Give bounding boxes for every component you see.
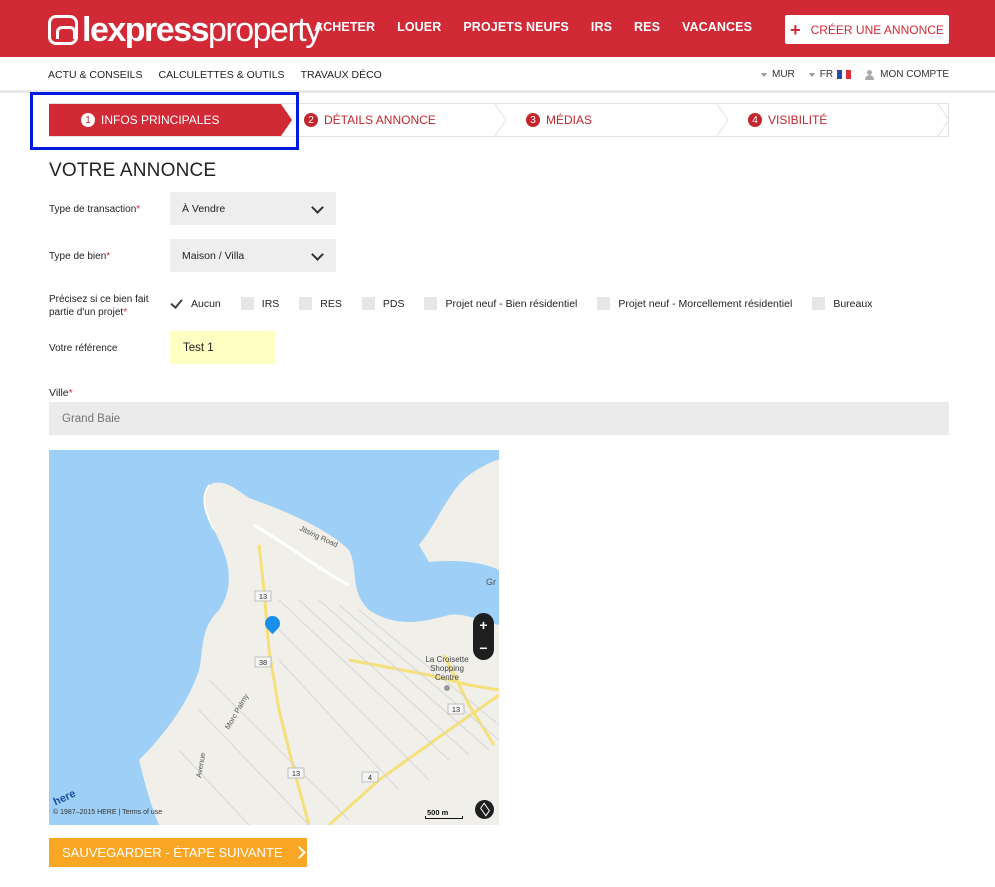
subnav-actu[interactable]: ACTU & CONSEILS [48,69,143,81]
checkbox-square [240,297,254,310]
poi-label: Centre [435,673,460,682]
reference-input[interactable] [170,331,275,364]
step-number: 2 [304,113,318,127]
checkbox-square [299,297,313,310]
poi-label: Shopping [430,664,464,673]
ville-label: Ville* [49,387,73,399]
checkbox-pds[interactable]: PDS [361,297,404,310]
checkbox-res[interactable]: RES [299,297,342,310]
chevron-down-icon [311,201,324,214]
account-link[interactable]: MON COMPTE [865,69,949,80]
french-flag-icon [837,70,852,79]
checkbox-square [812,297,826,310]
logo-text-light: property [208,10,322,49]
route-label: 13 [259,592,267,601]
subnav-calculettes[interactable]: CALCULETTES & OUTILS [159,69,285,81]
site-logo[interactable]: lexpressproperty [48,10,322,50]
save-next-step-button[interactable]: SAUVEGARDER - ÉTAPE SUIVANTE [49,838,307,867]
checkmark-icon [170,297,183,310]
step-medias[interactable]: 3 MÉDIAS [526,104,592,136]
account-label: MON COMPTE [880,69,949,80]
step-label: MÉDIAS [546,113,593,127]
secondary-nav: ACTU & CONSEILS CALCULETTES & OUTILS TRA… [0,57,995,93]
step-highlight-box [30,92,299,150]
ville-input[interactable] [49,402,949,435]
checkbox-square [424,297,438,310]
language-label: FR [819,69,834,80]
nav-louer[interactable]: LOUER [397,20,441,34]
required-mark: * [68,387,73,399]
language-dropdown[interactable]: FR [808,69,852,80]
step-visibilite[interactable]: 4 VISIBILITÉ [748,104,827,136]
checkbox-bureaux[interactable]: Bureaux [812,297,872,310]
bien-select[interactable]: Maison / Villa [170,239,336,272]
location-map[interactable]: 13 38 13 4 13 Jitsing Road Morc Palmy Av… [49,450,499,825]
nav-irs[interactable]: IRS [591,20,612,34]
required-mark: * [136,204,141,215]
nav-acheter[interactable]: ACHETER [314,20,375,34]
map-copyright[interactable]: © 1987–2015 HERE | Terms of use [53,809,162,816]
page-title: VOTRE ANNONCE [49,160,217,181]
user-icon [865,69,875,80]
save-next-step-label: SAUVEGARDER - ÉTAPE SUIVANTE [62,845,283,860]
nav-res[interactable]: RES [634,20,660,34]
chevron-right-icon [292,846,306,859]
required-mark: * [106,251,111,262]
required-mark: * [123,307,128,318]
checkbox-square [597,297,611,310]
map-layers-icon[interactable] [475,800,494,819]
checkbox-square [361,297,375,310]
nav-projets-neufs[interactable]: PROJETS NEUFS [463,20,569,34]
checkbox-irs[interactable]: IRS [240,297,279,310]
chevron-down-icon [311,248,324,261]
step-details-annonce[interactable]: 2 DÉTAILS ANNONCE [304,104,436,136]
step-number: 4 [748,113,762,127]
route-label: 13 [292,769,300,778]
projet-checkbox-group: Aucun IRS RES PDS Projet neuf - Bien rés… [170,297,892,310]
step-label: VISIBILITÉ [768,113,828,127]
map-scale-bar [425,816,463,819]
step-label: DÉTAILS ANNONCE [324,113,436,127]
bien-label: Type de bien* [49,251,111,262]
poi-label: La Croisette [425,655,469,664]
zoom-in-button[interactable]: + [479,617,487,633]
caret-down-icon [808,72,815,77]
checkbox-projet-neuf-bien[interactable]: Projet neuf - Bien résidentiel [424,297,577,310]
checkbox-aucun[interactable]: Aucun [170,297,221,310]
transaction-select[interactable]: À Vendre [170,192,336,225]
top-header: lexpressproperty ACHETER LOUER PROJETS N… [0,0,995,57]
create-listing-button[interactable]: + CRÉER UNE ANNONCE [785,15,949,44]
step-separator [938,104,950,136]
caret-down-icon [760,72,767,77]
logo-house-icon [48,15,78,45]
map-canvas: 13 38 13 4 13 Jitsing Road Morc Palmy Av… [139,460,499,825]
transaction-label: Type de transaction* [49,204,141,215]
currency-dropdown[interactable]: MUR [760,69,795,80]
transaction-value: À Vendre [182,202,226,215]
currency-label: MUR [771,69,795,80]
zoom-out-button[interactable]: − [479,640,487,656]
nav-vacances[interactable]: VACANCES [682,20,752,34]
map-town-name: Gr [486,577,496,587]
step-number: 3 [526,113,540,127]
step-separator [717,104,729,136]
bien-value: Maison / Villa [182,249,245,262]
zoom-control: + − [473,613,494,660]
route-label: 4 [368,773,372,782]
step-separator [495,104,507,136]
projet-label: Précisez si ce bien fait partie d'un pro… [49,294,149,318]
route-label: 38 [259,658,267,667]
logo-text-bold: lexpress [82,10,210,49]
route-label: 13 [452,705,460,714]
create-listing-label: CRÉER UNE ANNONCE [810,22,944,37]
main-nav: ACHETER LOUER PROJETS NEUFS IRS RES VACA… [314,20,774,34]
poi-marker-icon [444,685,450,691]
plus-icon: + [790,19,801,40]
checkbox-projet-neuf-morcellement[interactable]: Projet neuf - Morcellement résidentiel [597,297,792,310]
subnav-travaux[interactable]: TRAVAUX DÉCO [301,69,382,81]
reference-label: Votre référence [49,343,118,354]
